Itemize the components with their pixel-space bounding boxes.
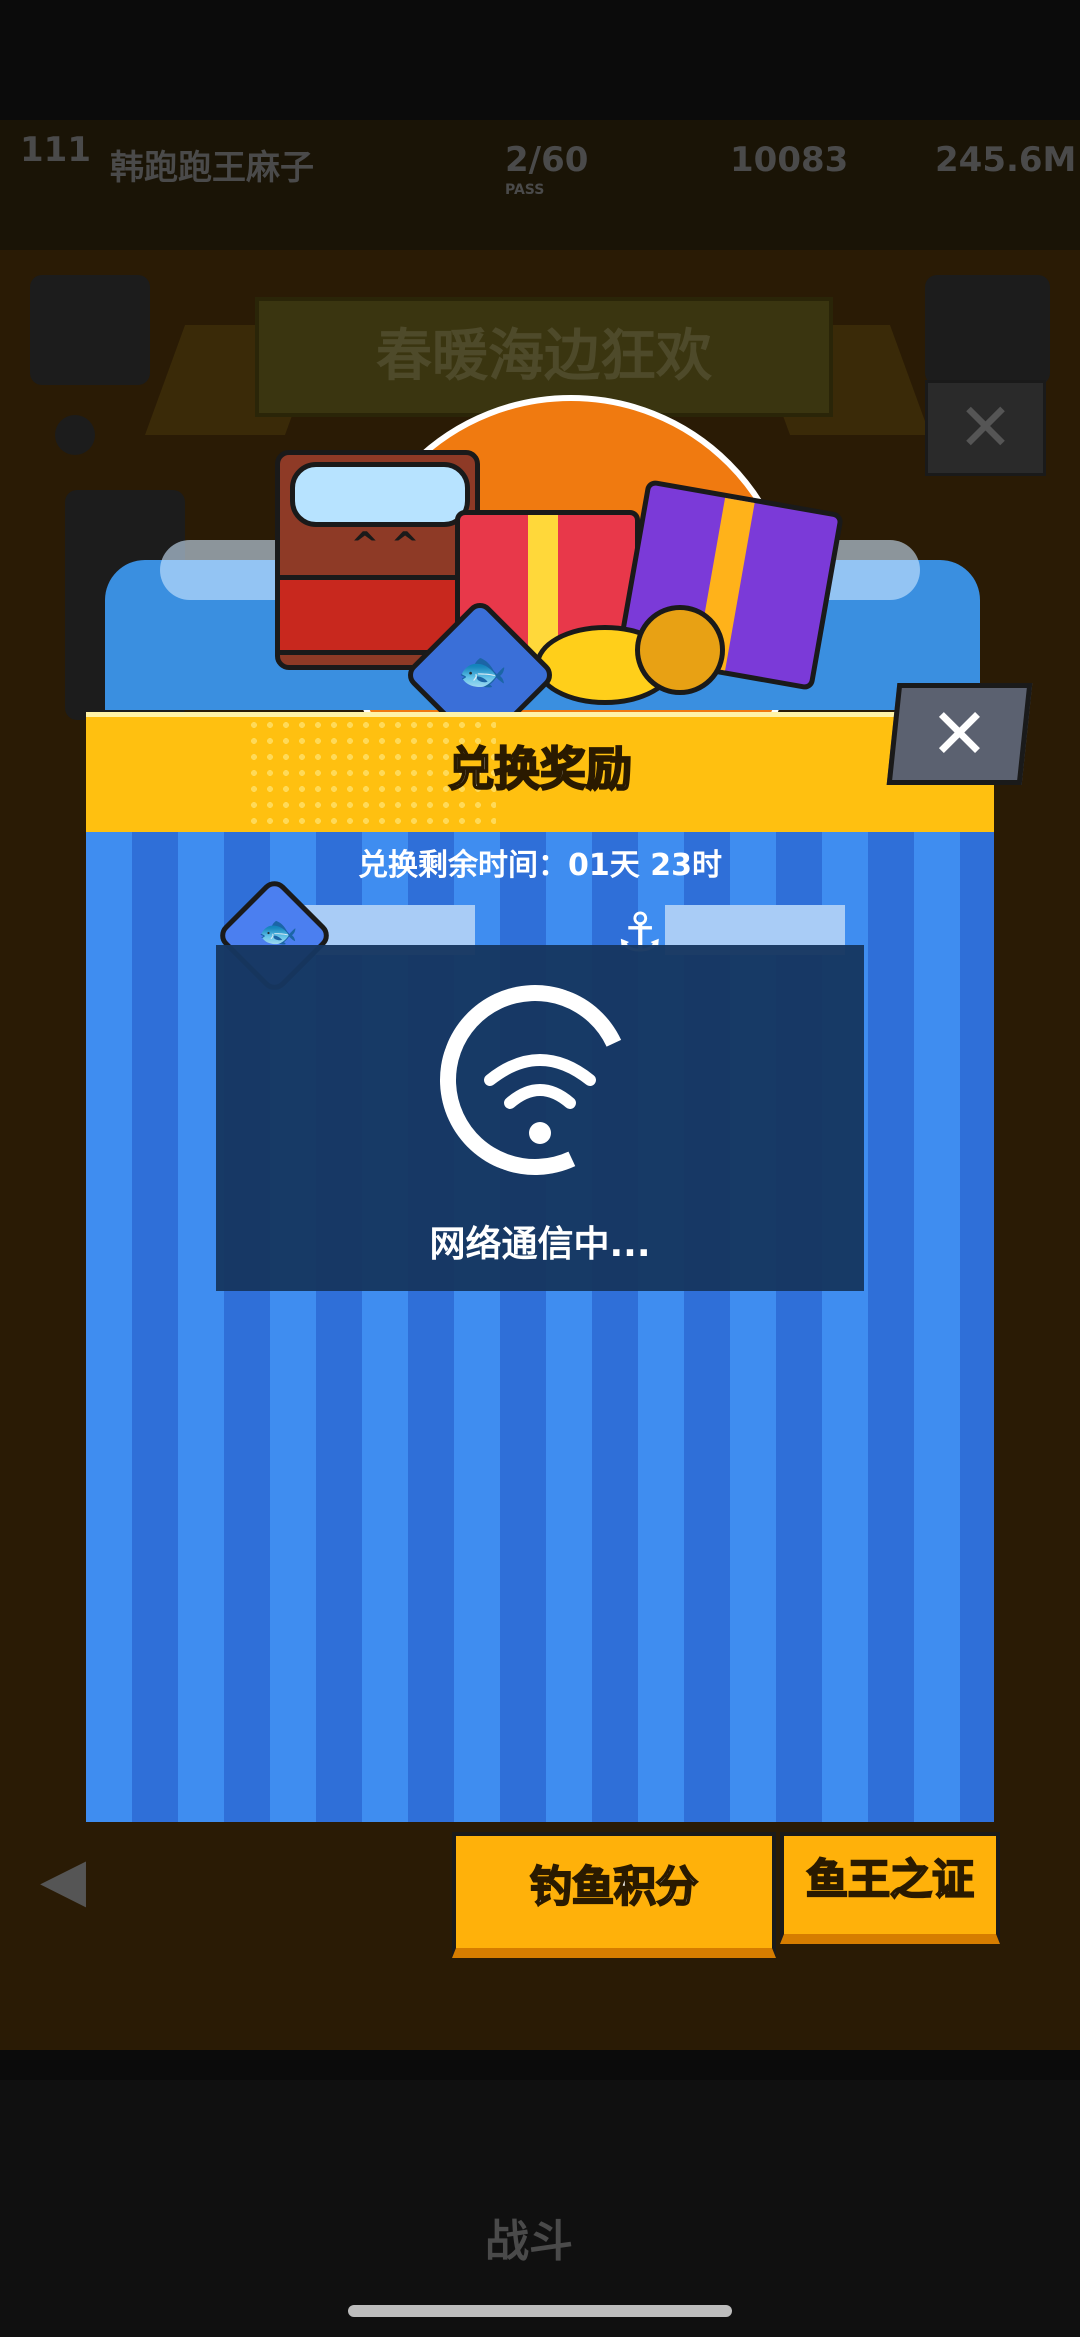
hero-character-eyes: ^ ^: [350, 525, 420, 565]
battle-nav-label[interactable]: 战斗: [485, 2205, 573, 2269]
event-close-button[interactable]: ✕: [925, 380, 1046, 476]
loading-text: 网络通信中...: [429, 1224, 651, 1265]
tab-fishing-points[interactable]: 钓鱼积分: [452, 1832, 776, 1958]
gold-coin-icon: [635, 605, 725, 695]
tab-label: 钓鱼积分: [529, 1861, 699, 1912]
gold-count: 245.6M: [935, 140, 1077, 180]
tab-label: 鱼王之证: [805, 1854, 975, 1905]
pass-count: 2/60: [505, 140, 589, 180]
exchange-timer: 兑换剩余时间：01天 23时: [358, 848, 722, 883]
close-icon: ✕: [957, 389, 1014, 466]
player-name: 韩跑跑王麻子: [110, 148, 314, 188]
dialog-title: 兑换奖励: [447, 741, 633, 797]
shield-icon[interactable]: [925, 275, 1050, 385]
tab-fish-king-proof[interactable]: 鱼王之证: [780, 1832, 1000, 1944]
hero-character-goggles: [290, 462, 470, 527]
player-level: 111: [20, 130, 91, 170]
close-icon: ✕: [930, 693, 989, 775]
home-indicator[interactable]: [348, 2305, 732, 2317]
dialog-close-button[interactable]: ✕: [886, 683, 1033, 785]
gem-count: 10083: [730, 140, 849, 180]
info-icon[interactable]: [55, 415, 95, 455]
back-arrow-icon[interactable]: ◀: [40, 1845, 120, 1915]
wifi-icon: [484, 1054, 596, 1144]
pass-label: PASS: [505, 182, 545, 198]
menu-icon[interactable]: [30, 275, 150, 385]
